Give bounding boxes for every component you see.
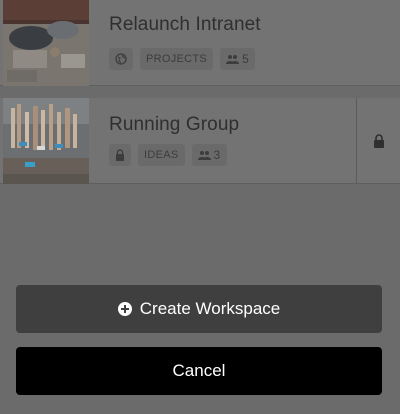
lock-icon: [116, 149, 124, 161]
globe-icon: [115, 53, 127, 65]
member-count: 5: [242, 52, 250, 66]
lock-icon: [373, 134, 384, 148]
visibility-badge: [109, 144, 131, 166]
lock-indicator[interactable]: [356, 98, 400, 184]
workspace-row-running-group[interactable]: Running Group IDEAS 3: [0, 98, 400, 184]
members-badge: 3: [191, 144, 227, 166]
workspace-meta: PROJECTS 5: [109, 48, 256, 70]
people-icon: [197, 151, 211, 160]
create-workspace-label: Create Workspace: [139, 299, 281, 318]
member-count: 3: [213, 148, 221, 162]
plus-circle-icon: [117, 302, 132, 316]
people-icon: [226, 55, 240, 64]
cancel-button[interactable]: Cancel: [16, 347, 382, 395]
visibility-badge: [109, 48, 133, 70]
workspace-thumbnail: [3, 98, 89, 184]
workspace-row-relaunch-intranet[interactable]: Relaunch Intranet PROJECTS 5: [0, 0, 400, 86]
category-badge: PROJECTS: [140, 48, 214, 70]
category-badge: IDEAS: [138, 144, 185, 166]
members-badge: 5: [220, 48, 256, 70]
workspace-title: Running Group: [109, 114, 240, 135]
workspace-title: Relaunch Intranet: [109, 14, 261, 35]
workspace-thumbnail: [3, 0, 89, 86]
cancel-label: Cancel: [172, 361, 226, 380]
workspace-meta: IDEAS 3: [109, 144, 227, 166]
create-workspace-button[interactable]: Create Workspace: [16, 285, 382, 333]
